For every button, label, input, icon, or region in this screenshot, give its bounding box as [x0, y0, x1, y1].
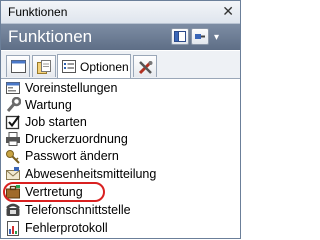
report-icon: [7, 221, 19, 236]
key-icon: [6, 150, 20, 164]
pin-button[interactable]: [191, 28, 209, 45]
printer-icon: [6, 132, 20, 146]
list-item-label: Job starten: [25, 115, 87, 129]
list-item-label: Wartung: [25, 98, 72, 112]
tab-tools[interactable]: [133, 55, 157, 77]
list-item-passwort-aendern[interactable]: Passwort ändern: [3, 148, 239, 165]
tab-optionen-label: Optionen: [80, 60, 129, 74]
documents-icon: [37, 60, 51, 74]
mail-icon: [6, 167, 20, 180]
tab-window[interactable]: [6, 55, 30, 77]
chevron-down-icon[interactable]: ▾: [214, 33, 219, 43]
list-item-druckerzuordnung[interactable]: Druckerzuordnung: [3, 131, 239, 148]
pin-icon: [195, 34, 205, 39]
checkbox-icon: [5, 115, 20, 130]
list-icon: [62, 60, 76, 73]
phone-icon: [6, 203, 20, 216]
panel-header: Funktionen ▾: [1, 24, 240, 50]
tools-icon: [138, 60, 153, 75]
list-item-label: Abwesenheitsmitteilung: [25, 167, 157, 181]
list-item-abwesenheitsmitteilung[interactable]: Abwesenheitsmitteilung: [3, 166, 239, 183]
options-list: Voreinstellungen Wartung Job starten Dru…: [3, 80, 239, 238]
funktionen-window: Funktionen ✕ Funktionen ▾ Optionen Vorei…: [0, 0, 241, 239]
list-item-fehlerprotokoll[interactable]: Fehlerprotokoll: [3, 220, 239, 237]
list-item-job-starten[interactable]: Job starten: [3, 114, 239, 131]
list-item-label: Druckerzuordnung: [25, 132, 128, 146]
layout-panel-button[interactable]: [171, 28, 189, 45]
panel-title: Funktionen: [8, 27, 93, 46]
layout-panel-icon: [174, 31, 186, 42]
list-item-wartung[interactable]: Wartung: [3, 97, 239, 114]
tab-strip: Optionen: [1, 51, 240, 79]
list-item-telefonschnittstelle[interactable]: Telefonschnittstelle: [3, 202, 239, 219]
title-bar: Funktionen ✕: [1, 1, 240, 24]
settings-window-icon: [6, 82, 20, 94]
list-item-label: Voreinstellungen: [25, 81, 118, 95]
tab-documents[interactable]: [32, 55, 56, 77]
tab-optionen[interactable]: Optionen: [57, 54, 131, 78]
window-title: Funktionen: [8, 5, 68, 19]
wrench-icon: [6, 97, 21, 112]
list-item-label: Fehlerprotokoll: [25, 221, 108, 235]
window-icon: [11, 60, 26, 73]
list-item-label: Passwort ändern: [25, 149, 119, 163]
list-item-voreinstellungen[interactable]: Voreinstellungen: [3, 80, 239, 97]
highlight-ring: [3, 182, 105, 202]
close-icon[interactable]: ✕: [222, 3, 234, 19]
list-item-label: Telefonschnittstelle: [25, 203, 131, 217]
